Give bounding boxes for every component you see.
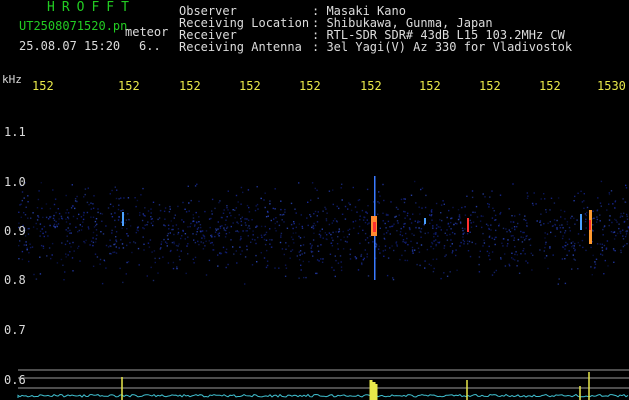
filename-label: UT2508071520.pn: [19, 19, 128, 33]
antenna-value: : 3el Yagi(V) Az 330 for Vladivostok: [312, 40, 573, 54]
y-tick-label: 0.9: [4, 224, 26, 238]
power-plot: [17, 372, 629, 400]
x-tick-label: 152: [539, 79, 561, 93]
y-tick-label: 0.7: [4, 323, 26, 337]
y-unit-label: kHz: [2, 73, 22, 86]
app-title: HROFFT: [47, 0, 136, 15]
y-tick-label: 1.0: [4, 175, 26, 189]
x-tick-label: 152: [239, 79, 261, 93]
spectrogram-panel: [17, 176, 629, 400]
x-tick-label: 152: [419, 79, 441, 93]
x-tick-label: 152: [479, 79, 501, 93]
datetime-label: 25.08.07 15:20: [19, 39, 121, 53]
meteor-echoes: [122, 176, 592, 280]
x-tick-label: 152: [118, 79, 140, 93]
mode-label: meteor: [125, 25, 169, 39]
antenna-label: Receiving Antenna: [179, 40, 302, 54]
y-tick-label: 0.6: [4, 373, 26, 387]
x-tick-label: 152: [32, 79, 54, 93]
y-gridlines: [18, 369, 629, 389]
y-tick-label: 0.8: [4, 273, 26, 287]
noise-band: [18, 180, 629, 285]
x-tick-label: 152: [179, 79, 201, 93]
extra-label: 6..: [139, 39, 161, 53]
x-tick-label: 152: [299, 79, 321, 93]
x-tick-label: 1530: [597, 79, 626, 93]
x-tick-label: 152: [360, 79, 382, 93]
y-tick-label: 1.1: [4, 125, 26, 139]
